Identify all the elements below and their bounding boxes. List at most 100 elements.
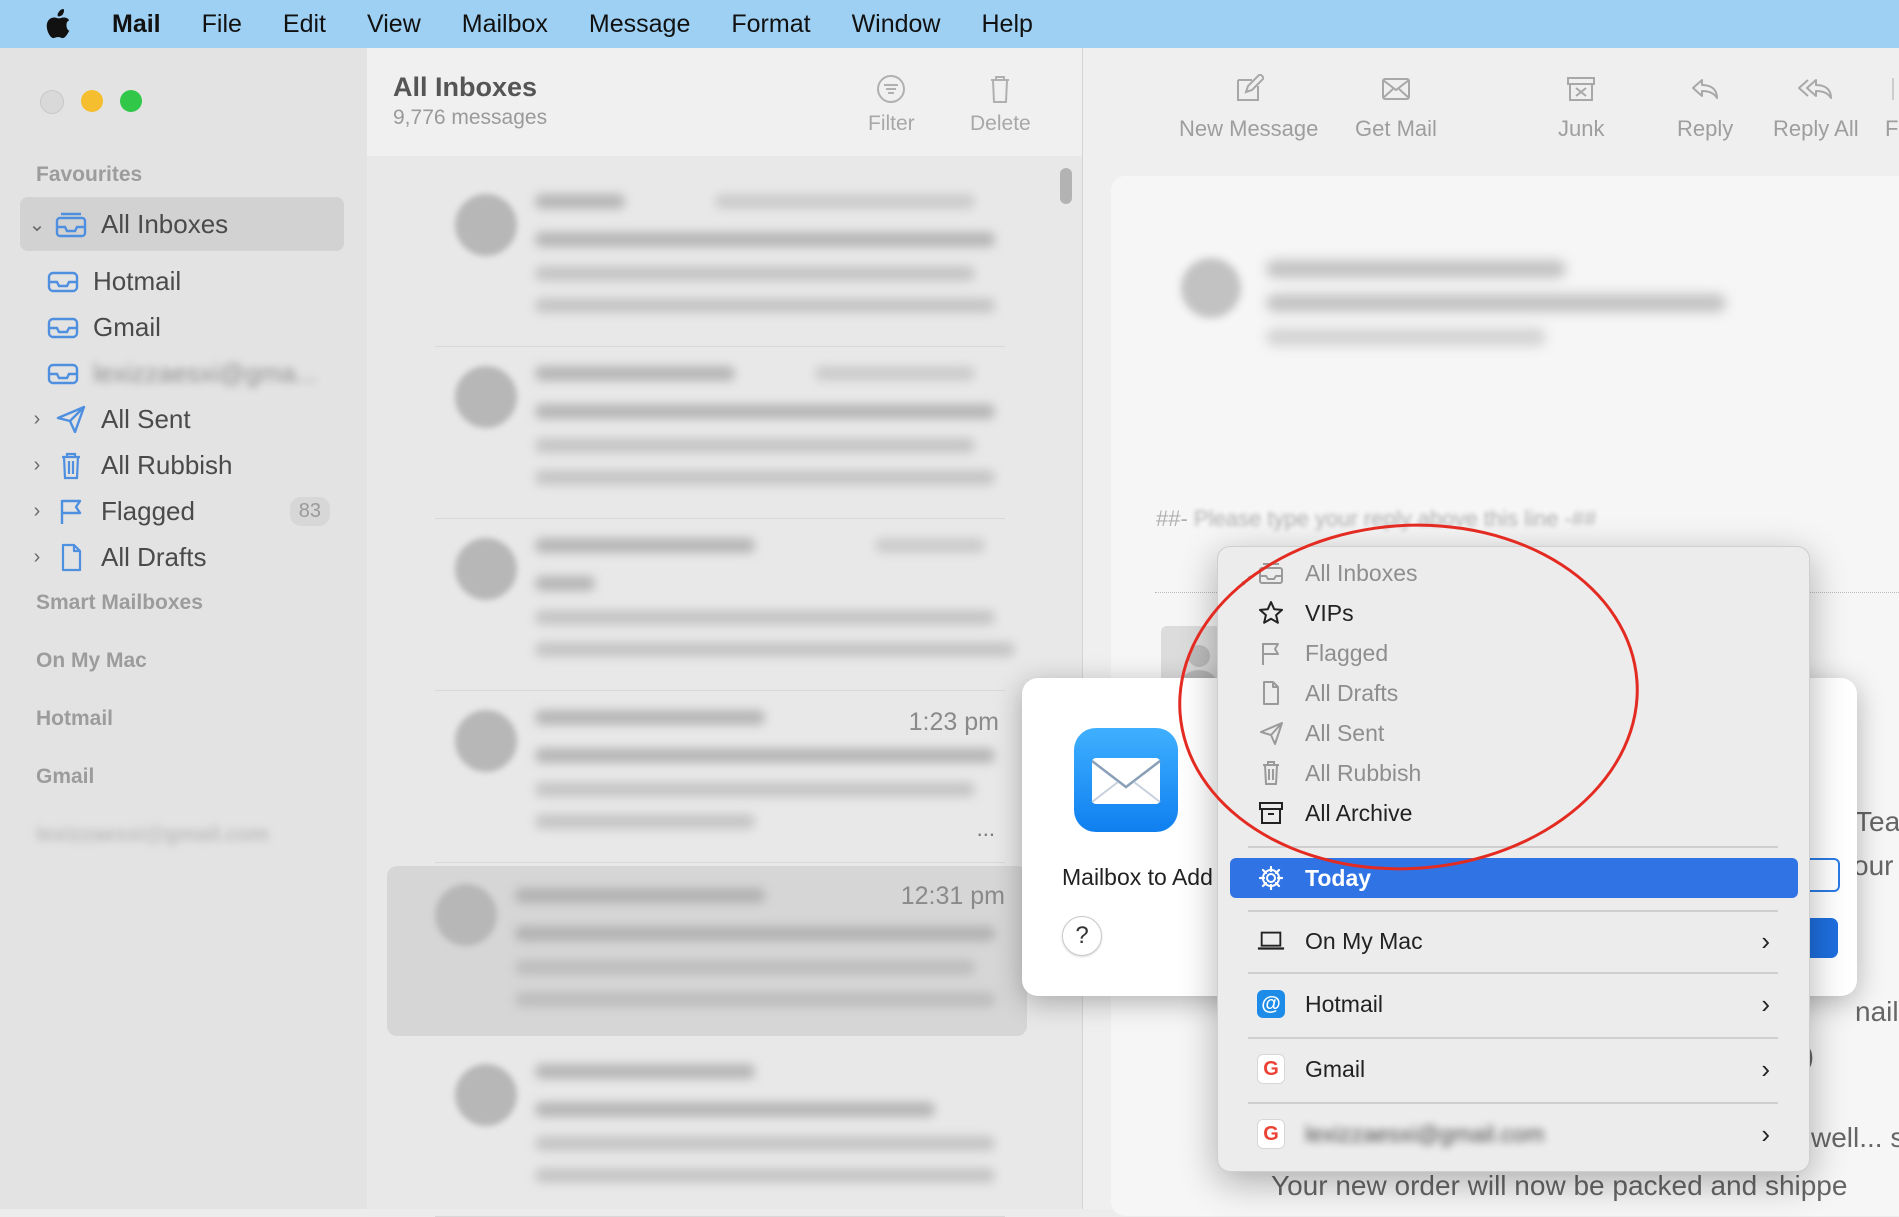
chevron-right-icon: › (1761, 1053, 1770, 1084)
menu-item-blurred-account[interactable]: G lexizzaesxi@gmail.com › (1230, 1114, 1798, 1154)
close-window-button[interactable] (40, 90, 64, 114)
menu-item-label: All Drafts (1305, 679, 1399, 706)
reply-button[interactable]: Reply (1677, 74, 1733, 142)
body-fragment: nail (1855, 996, 1899, 1027)
chevron-down-icon[interactable]: ⌄ (20, 212, 54, 237)
junk-icon (1567, 77, 1596, 101)
filter-button[interactable]: Filter (868, 74, 915, 136)
message-time: 1:23 pm (908, 708, 999, 736)
menu-item-vips[interactable]: VIPs (1230, 593, 1798, 633)
body-fragment: Your new order will now be packed and sh… (1271, 1170, 1848, 1201)
menu-item-label: Hotmail (1305, 990, 1383, 1017)
minimize-window-button[interactable] (81, 90, 103, 112)
avatar (455, 710, 517, 772)
sidebar-item-all-drafts[interactable]: › All Drafts (20, 530, 344, 584)
envelope-icon (1091, 758, 1161, 804)
menu-item-flagged[interactable]: Flagged (1230, 633, 1798, 673)
menu-window[interactable]: Window (852, 10, 941, 39)
reply-all-icon (1797, 79, 1832, 99)
sidebar-item-all-inboxes[interactable]: ⌄ All Inboxes (20, 197, 344, 251)
message-time: 12:31 pm (900, 882, 1005, 910)
forward-button[interactable]: F (1885, 74, 1898, 142)
envelope-icon (1381, 78, 1410, 100)
inbox-icon (47, 363, 79, 385)
avatar (1181, 258, 1241, 318)
chevron-right-icon[interactable]: › (20, 408, 54, 431)
blurred-account-header[interactable]: lexizzaesxi@gmail.com (36, 823, 269, 847)
laptop-icon (1257, 927, 1285, 955)
gear-icon (1257, 864, 1285, 892)
body-fragment: Tea (1855, 806, 1899, 837)
google-icon: G (1257, 1119, 1285, 1149)
new-message-button[interactable]: New Message (1179, 74, 1318, 142)
flagged-count-badge: 83 (289, 496, 330, 526)
sidebar-item-label: Flagged (101, 495, 195, 526)
chevron-right-icon[interactable]: › (20, 500, 54, 523)
more-icon[interactable]: ... (977, 816, 995, 842)
menu-separator (1248, 910, 1778, 912)
trash-icon (1257, 759, 1285, 787)
list-item-selected[interactable]: 12:31 pm (387, 866, 1027, 1036)
menu-item-hotmail[interactable]: @ Hotmail › (1230, 984, 1798, 1024)
chevron-right-icon[interactable]: › (20, 454, 54, 477)
filter-icon (877, 75, 906, 103)
toolbar-label: Reply All (1773, 116, 1859, 141)
smart-mailboxes-header[interactable]: Smart Mailboxes (36, 591, 203, 615)
menu-item-on-my-mac[interactable]: On My Mac › (1230, 921, 1798, 961)
menu-app-mail[interactable]: Mail (112, 10, 161, 39)
list-item[interactable] (435, 1046, 1005, 1217)
chevron-right-icon: › (1761, 988, 1770, 1019)
sidebar-item-label: lexizzaesxi@gma... (93, 357, 318, 388)
archive-box-icon (1257, 799, 1285, 827)
menu-file[interactable]: File (202, 10, 242, 39)
menu-help[interactable]: Help (981, 10, 1032, 39)
toolbar-label: Reply (1677, 116, 1734, 141)
get-mail-button[interactable]: Get Mail (1355, 74, 1437, 142)
hotmail-header[interactable]: Hotmail (36, 707, 113, 731)
list-item[interactable]: 1:23 pm ... (435, 692, 1005, 863)
apple-icon[interactable] (44, 9, 72, 39)
menu-edit[interactable]: Edit (283, 10, 326, 39)
menu-item-today[interactable]: Today (1230, 858, 1798, 898)
gmail-header[interactable]: Gmail (36, 765, 94, 789)
menu-view[interactable]: View (367, 10, 421, 39)
menu-mailbox[interactable]: Mailbox (462, 10, 548, 39)
menu-item-label: All Archive (1305, 799, 1413, 826)
menu-item-gmail[interactable]: G Gmail › (1230, 1049, 1798, 1089)
list-item[interactable] (435, 176, 1005, 347)
avatar (455, 1064, 517, 1126)
body-fragment: our (1853, 850, 1894, 881)
list-item[interactable] (435, 520, 1015, 691)
menu-message[interactable]: Message (589, 10, 690, 39)
list-item[interactable] (435, 348, 1005, 519)
message-list: 1:23 pm ... 12:31 pm (367, 156, 1082, 1217)
toolbar-label: New Message (1179, 116, 1319, 141)
reply-all-button[interactable]: Reply All (1773, 74, 1859, 142)
chevron-right-icon[interactable]: › (20, 546, 54, 569)
menu-format[interactable]: Format (731, 10, 810, 39)
menu-item-all-archive[interactable]: All Archive (1230, 793, 1798, 833)
menu-item-all-rubbish[interactable]: All Rubbish (1230, 753, 1798, 793)
junk-button[interactable]: Junk (1558, 74, 1604, 142)
menu-item-label: lexizzaesxi@gmail.com (1305, 1120, 1545, 1147)
menu-item-all-sent[interactable]: All Sent (1230, 713, 1798, 753)
star-icon (1257, 599, 1285, 627)
forward-icon (1891, 78, 1894, 100)
menu-item-all-drafts[interactable]: All Drafts (1230, 673, 1798, 713)
reply-marker: ##- Please type your reply above this li… (1156, 506, 1596, 532)
mailbox-popup-menu: ✓ All Inboxes VIPs Flagged All Drafts Al… (1217, 546, 1810, 1172)
menu-bar: Mail File Edit View Mailbox Message Form… (0, 0, 1899, 48)
delete-button[interactable]: Delete (970, 74, 1031, 136)
help-button[interactable]: ? (1062, 916, 1102, 956)
menu-item-label: Gmail (1305, 1055, 1366, 1082)
list-scrollbar[interactable] (1060, 168, 1072, 204)
reply-icon (1692, 79, 1719, 99)
zoom-window-button[interactable] (120, 90, 142, 112)
menu-item-label: All Rubbish (1305, 759, 1422, 786)
mailbox-to-add-label: Mailbox to Add (1062, 864, 1213, 890)
on-my-mac-header[interactable]: On My Mac (36, 649, 147, 673)
avatar (455, 366, 517, 428)
window-controls (40, 90, 142, 114)
avatar (435, 884, 497, 946)
menu-item-all-inboxes[interactable]: All Inboxes (1230, 553, 1798, 593)
